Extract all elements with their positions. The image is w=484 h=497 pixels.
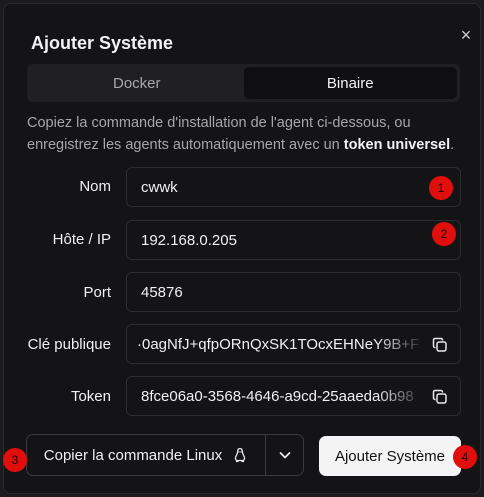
hote-label: Hôte / IP (52, 231, 111, 248)
hote-field[interactable]: 192.168.0.205 (126, 220, 461, 260)
token-label: Token (70, 388, 111, 405)
dialog-title: Ajouter Système (31, 33, 174, 53)
copy-linux-label: Copier la commande Linux (43, 446, 223, 464)
close-icon[interactable]: × (457, 26, 475, 44)
token-field[interactable]: 8fce06a0-3568-4646-a9cd-25aaeda0b98 (126, 376, 461, 416)
copy-icon[interactable] (432, 337, 448, 353)
install-type-tabs: Docker Binaire (27, 64, 460, 102)
annotation-marker-3: 3 (3, 448, 27, 472)
port-label: Port (83, 284, 111, 301)
add-system-button[interactable]: Ajouter Système (319, 436, 461, 476)
copy-linux-command-button[interactable]: Copier la commande Linux (26, 434, 266, 476)
hote-value: 192.168.0.205 (141, 231, 237, 249)
public-key-label: Clé publique (27, 336, 111, 353)
annotation-marker-1: 1 (429, 176, 453, 200)
universal-token-link[interactable]: token universel (344, 137, 450, 153)
nom-value: cwwk (141, 178, 178, 196)
more-commands-button[interactable] (266, 434, 304, 476)
chevron-down-icon (279, 452, 290, 459)
port-field[interactable]: 45876 (126, 272, 461, 312)
linux-icon (235, 447, 246, 463)
dialog-description: Copiez la commande d'installation de l'a… (27, 112, 467, 156)
annotation-marker-4: 4 (453, 445, 477, 469)
port-value: 45876 (141, 283, 183, 301)
nom-field[interactable]: cwwk (126, 167, 461, 207)
annotation-marker-2: 2 (432, 222, 456, 246)
text-fade (376, 326, 426, 362)
tab-binaire[interactable]: Binaire (243, 67, 457, 99)
text-fade (376, 378, 426, 414)
tab-docker[interactable]: Docker (30, 67, 244, 99)
public-key-field[interactable]: ·0agNfJ+qfpORnQxSK1TOcxEHNeY9B+FvK (126, 324, 461, 364)
nom-label: Nom (79, 178, 111, 195)
copy-icon[interactable] (432, 389, 448, 405)
description-end: . (450, 137, 455, 153)
